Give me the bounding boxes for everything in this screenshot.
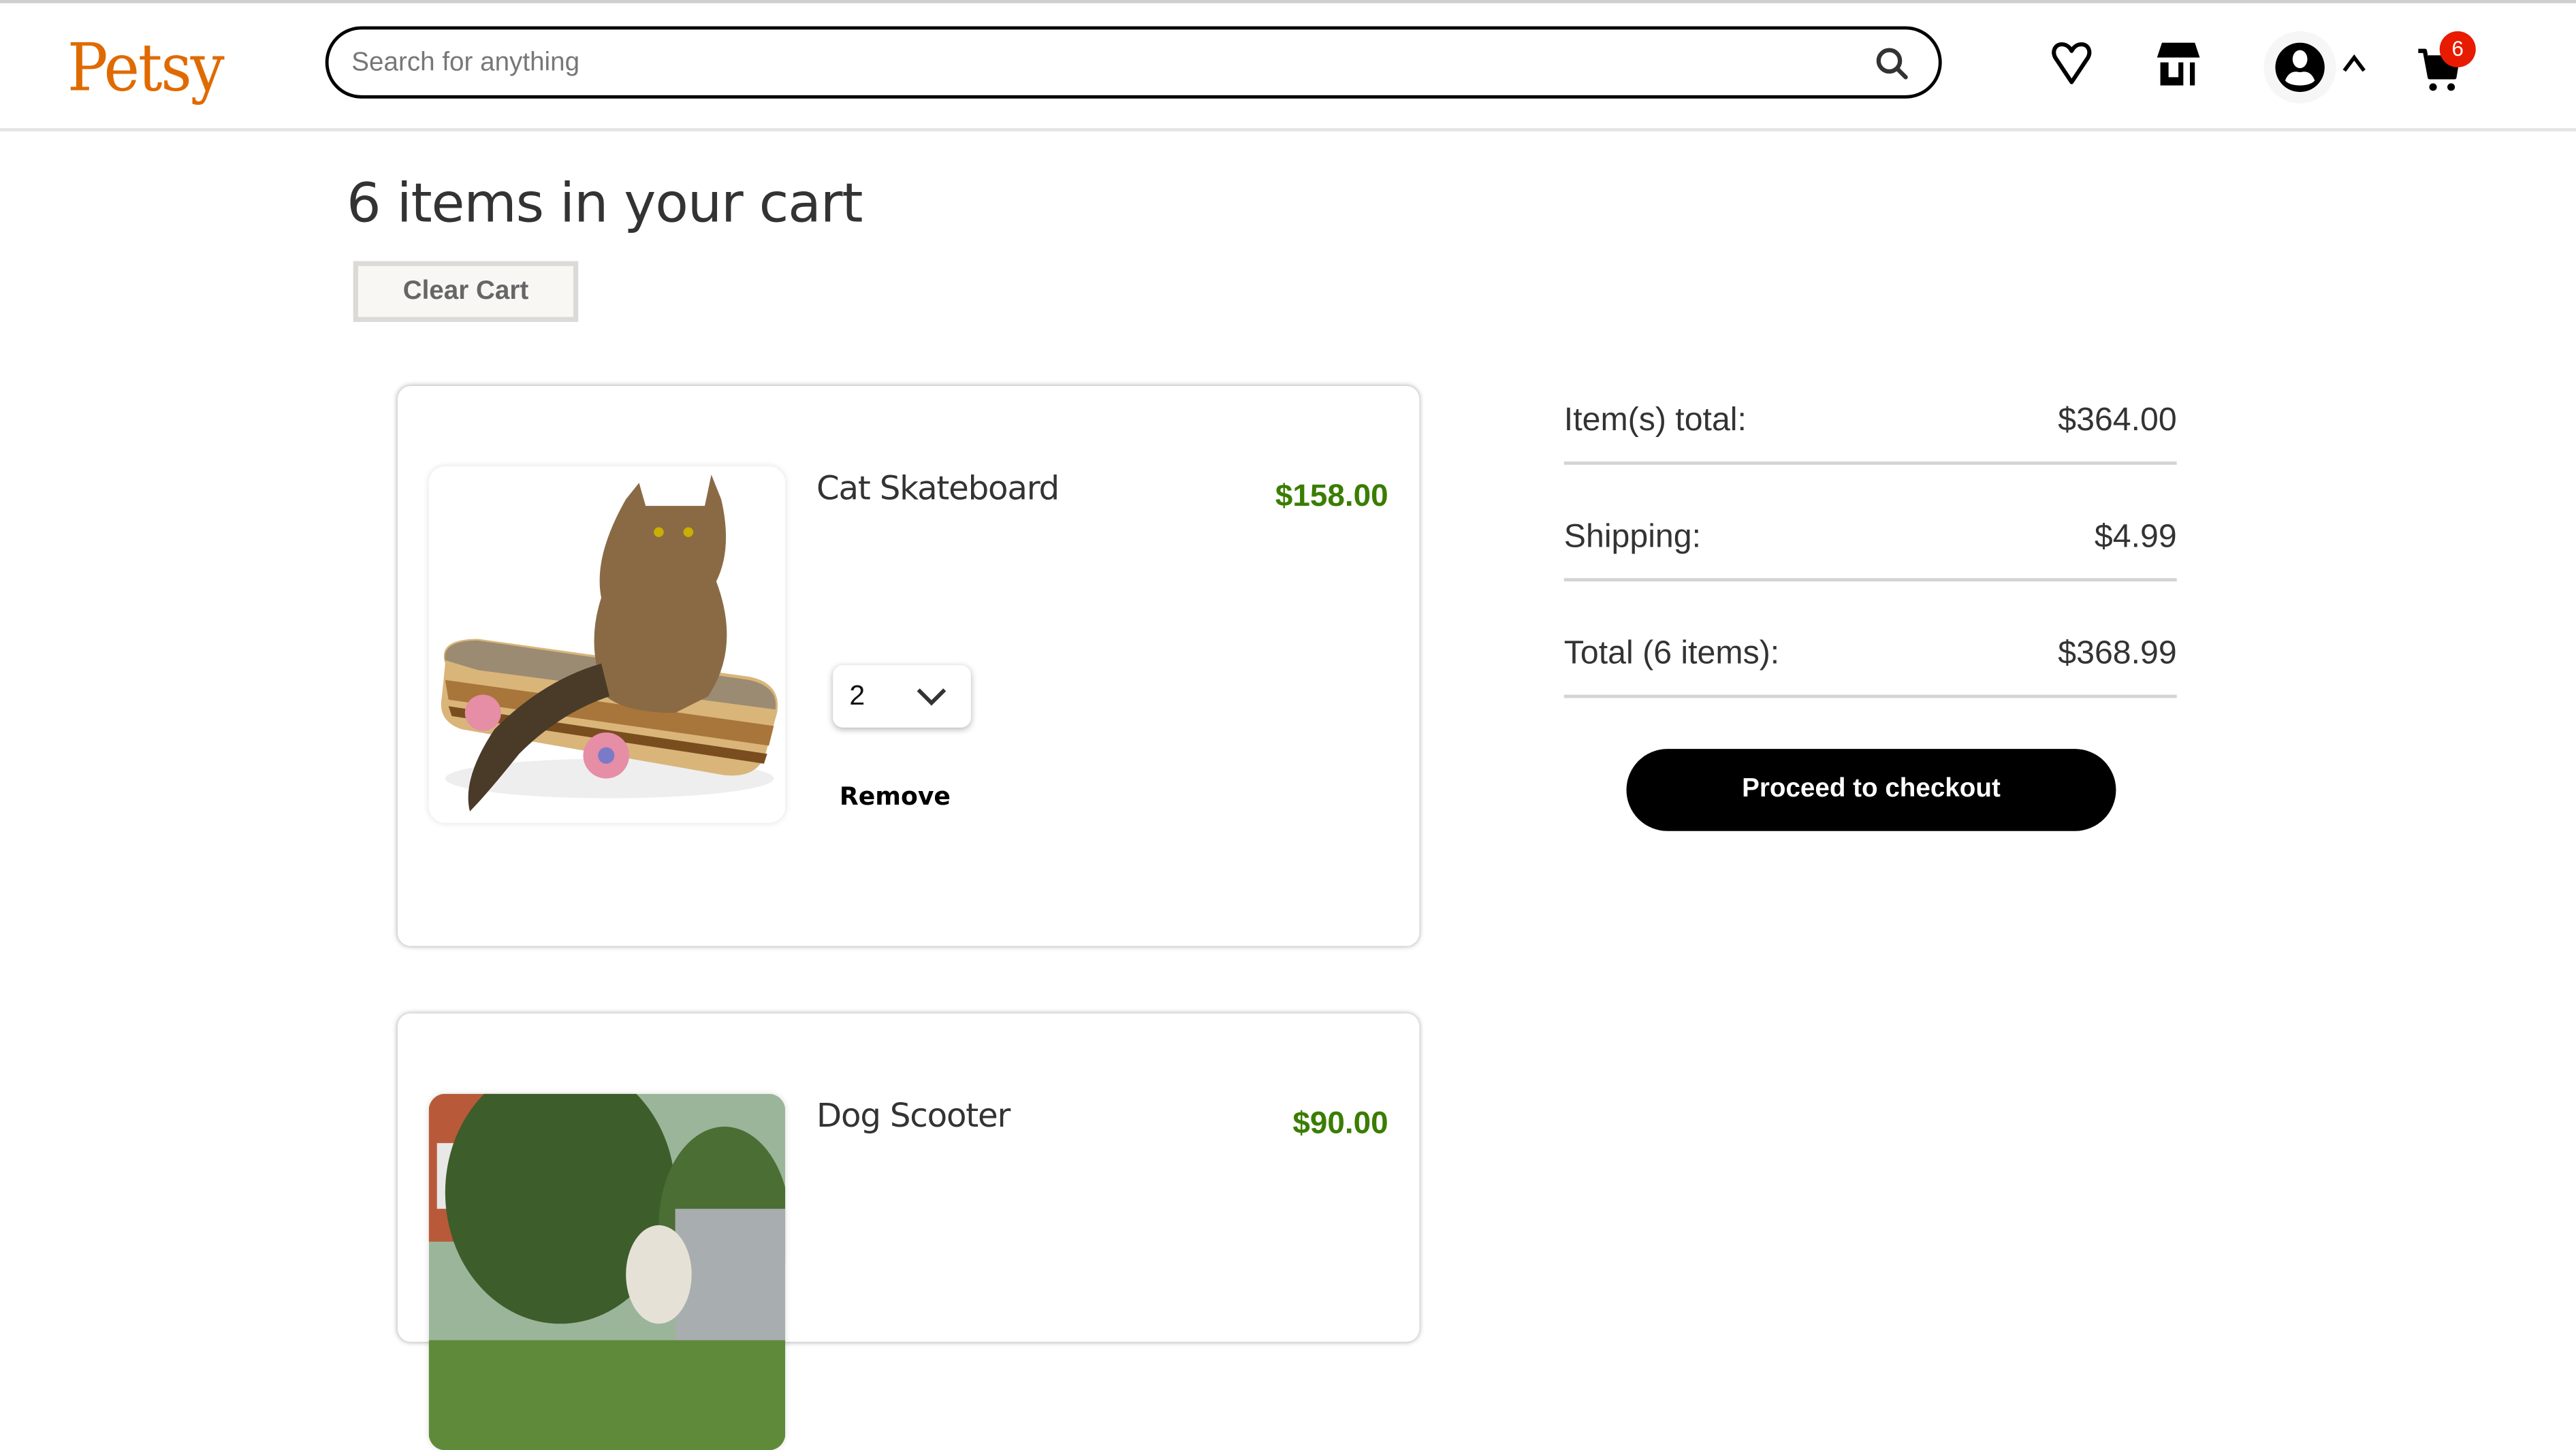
- favorites-heart-icon[interactable]: [2047, 39, 2096, 88]
- summary-label: Item(s) total:: [1563, 402, 1747, 439]
- chevron-up-icon[interactable]: [2340, 49, 2369, 78]
- summary-value: $364.00: [2058, 402, 2177, 439]
- summary-row-items-total: Item(s) total: $364.00: [1563, 387, 2177, 465]
- cart-item: Dog Scooter $90.00: [397, 1013, 1420, 1450]
- shop-store-icon[interactable]: [2154, 39, 2203, 88]
- product-image-dog-scooter[interactable]: [428, 1093, 786, 1450]
- proceed-to-checkout-button[interactable]: Proceed to checkout: [1626, 749, 2116, 831]
- product-price: $158.00: [1275, 479, 1388, 515]
- page-title: 6 items in your cart: [347, 170, 863, 236]
- user-avatar-icon: [2275, 42, 2325, 93]
- summary-value: $368.99: [2058, 635, 2177, 672]
- summary-label: Shipping:: [1563, 519, 1702, 555]
- remove-item-button[interactable]: Remove: [840, 782, 951, 811]
- search-bar: [325, 26, 1942, 99]
- chevron-down-icon: [917, 688, 947, 706]
- petsy-logo[interactable]: Petsy: [67, 31, 225, 107]
- cart-count-badge: 6: [2439, 31, 2476, 67]
- quantity-value: 2: [849, 679, 865, 711]
- site-header: Petsy 6: [0, 3, 2576, 132]
- summary-row-total: Total (6 items): $368.99: [1563, 621, 2177, 698]
- summary-row-shipping: Shipping: $4.99: [1563, 504, 2177, 582]
- search-icon[interactable]: [1873, 44, 1912, 84]
- summary-label: Total (6 items):: [1563, 635, 1780, 672]
- product-image-cat-skateboard[interactable]: [428, 466, 786, 823]
- quantity-select[interactable]: 2: [833, 665, 971, 728]
- account-button[interactable]: [2263, 31, 2336, 103]
- product-price: $90.00: [1292, 1107, 1388, 1142]
- cart-item: Cat Skateboard $158.00 2 Remove: [397, 385, 1420, 946]
- clear-cart-button[interactable]: Clear Cart: [353, 261, 579, 322]
- order-summary: Item(s) total: $364.00 Shipping: $4.99 T…: [1563, 387, 2177, 737]
- product-name[interactable]: Cat Skateboard: [816, 468, 1060, 508]
- product-name[interactable]: Dog Scooter: [816, 1095, 1011, 1135]
- summary-value: $4.99: [2094, 519, 2177, 555]
- search-input[interactable]: [348, 42, 1834, 86]
